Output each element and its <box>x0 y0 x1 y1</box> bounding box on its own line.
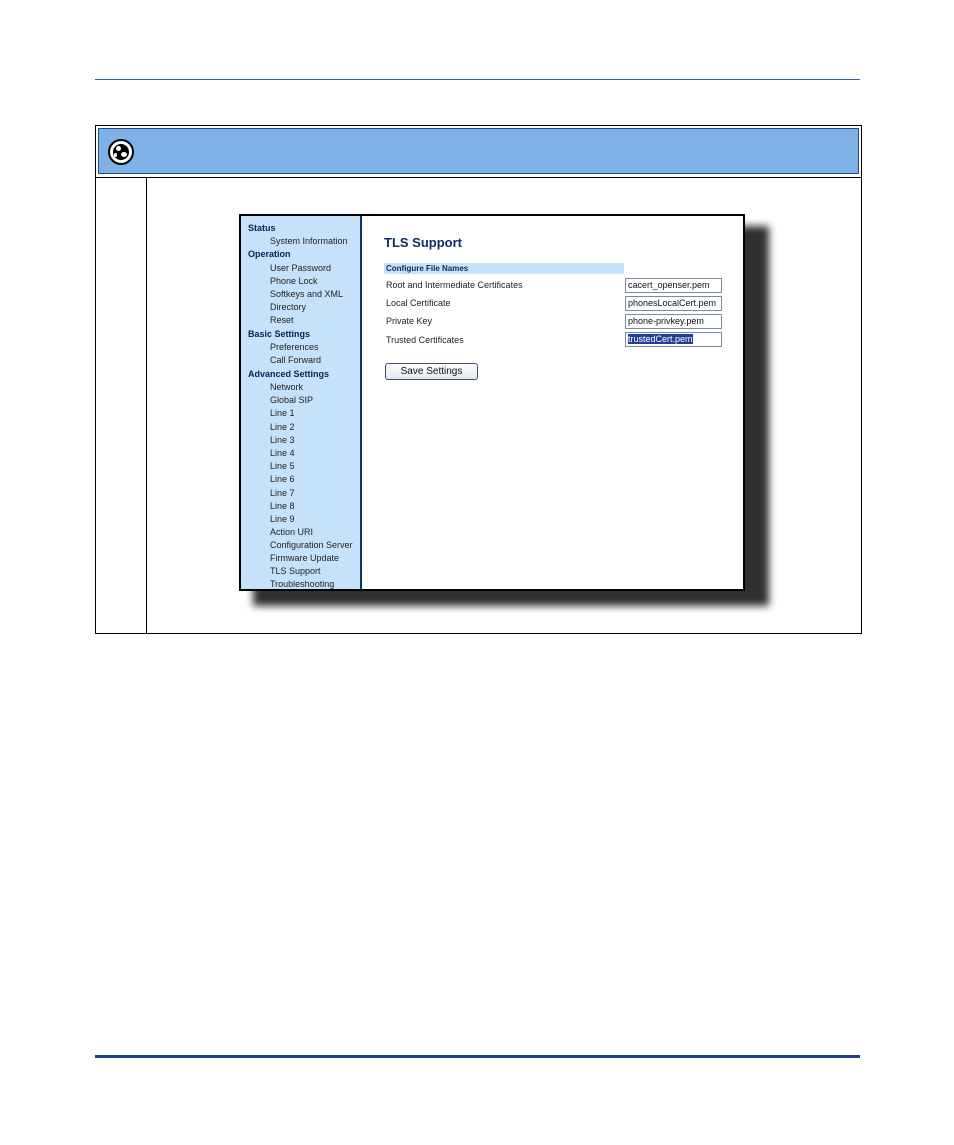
sidebar-item-call-forward[interactable]: Call Forward <box>270 355 321 365</box>
trusted-certificates-input[interactable]: trustedCert.pem <box>625 332 722 347</box>
sidebar-item-firmware-update[interactable]: Firmware Update <box>270 553 339 563</box>
sidebar-section-advanced-settings[interactable]: Advanced Settings <box>248 369 329 379</box>
local-certificate-input[interactable]: phonesLocalCert.pem <box>625 296 722 311</box>
section-header: Configure File Names <box>384 263 624 274</box>
sidebar-item-directory[interactable]: Directory <box>270 302 306 312</box>
globe-icon <box>108 139 134 165</box>
private-key-label: Private Key <box>386 316 433 326</box>
sidebar-item-line-2[interactable]: Line 2 <box>270 422 295 432</box>
root-certificates-label: Root and Intermediate Certificates <box>386 280 523 290</box>
sidebar-item-system-information[interactable]: System Information <box>270 236 348 246</box>
local-certificate-label: Local Certificate <box>386 298 451 308</box>
sidebar-item-preferences[interactable]: Preferences <box>270 342 319 352</box>
sidebar-section-operation[interactable]: Operation <box>248 249 291 259</box>
sidebar-item-troubleshooting[interactable]: Troubleshooting <box>270 579 334 589</box>
page-title: TLS Support <box>384 235 462 250</box>
trusted-certificates-selected-text: trustedCert.pem <box>628 334 693 344</box>
sidebar-item-network[interactable]: Network <box>270 382 303 392</box>
figure-header-bar <box>98 128 859 174</box>
page-bottom-rule <box>95 1055 860 1058</box>
sidebar-item-line-4[interactable]: Line 4 <box>270 448 295 458</box>
sidebar-item-phone-lock[interactable]: Phone Lock <box>270 276 318 286</box>
sidebar-item-line-8[interactable]: Line 8 <box>270 501 295 511</box>
sidebar-item-line-5[interactable]: Line 5 <box>270 461 295 471</box>
sidebar-item-reset[interactable]: Reset <box>270 315 294 325</box>
sidebar: Status System Information Operation User… <box>241 216 362 589</box>
sidebar-item-softkeys-and-xml[interactable]: Softkeys and XML <box>270 289 343 299</box>
sidebar-item-tls-support[interactable]: TLS Support <box>270 566 321 576</box>
sidebar-item-line-7[interactable]: Line 7 <box>270 488 295 498</box>
main-content: TLS Support Configure File Names Root an… <box>362 216 743 589</box>
trusted-certificates-label: Trusted Certificates <box>386 335 464 345</box>
root-certificates-input[interactable]: cacert_openser.pem <box>625 278 722 293</box>
sidebar-section-basic-settings[interactable]: Basic Settings <box>248 329 310 339</box>
web-ui-screenshot: Status System Information Operation User… <box>239 214 745 591</box>
private-key-input[interactable]: phone-privkey.pem <box>625 314 722 329</box>
sidebar-item-configuration-server[interactable]: Configuration Server <box>270 540 353 550</box>
sidebar-item-line-9[interactable]: Line 9 <box>270 514 295 524</box>
sidebar-item-user-password[interactable]: User Password <box>270 263 331 273</box>
sidebar-item-line-1[interactable]: Line 1 <box>270 408 295 418</box>
page-top-rule <box>95 79 860 80</box>
sidebar-item-global-sip[interactable]: Global SIP <box>270 395 313 405</box>
sidebar-section-status[interactable]: Status <box>248 223 276 233</box>
sidebar-item-line-6[interactable]: Line 6 <box>270 474 295 484</box>
save-settings-button[interactable]: Save Settings <box>385 363 478 380</box>
sidebar-item-action-uri[interactable]: Action URI <box>270 527 313 537</box>
sidebar-item-line-3[interactable]: Line 3 <box>270 435 295 445</box>
